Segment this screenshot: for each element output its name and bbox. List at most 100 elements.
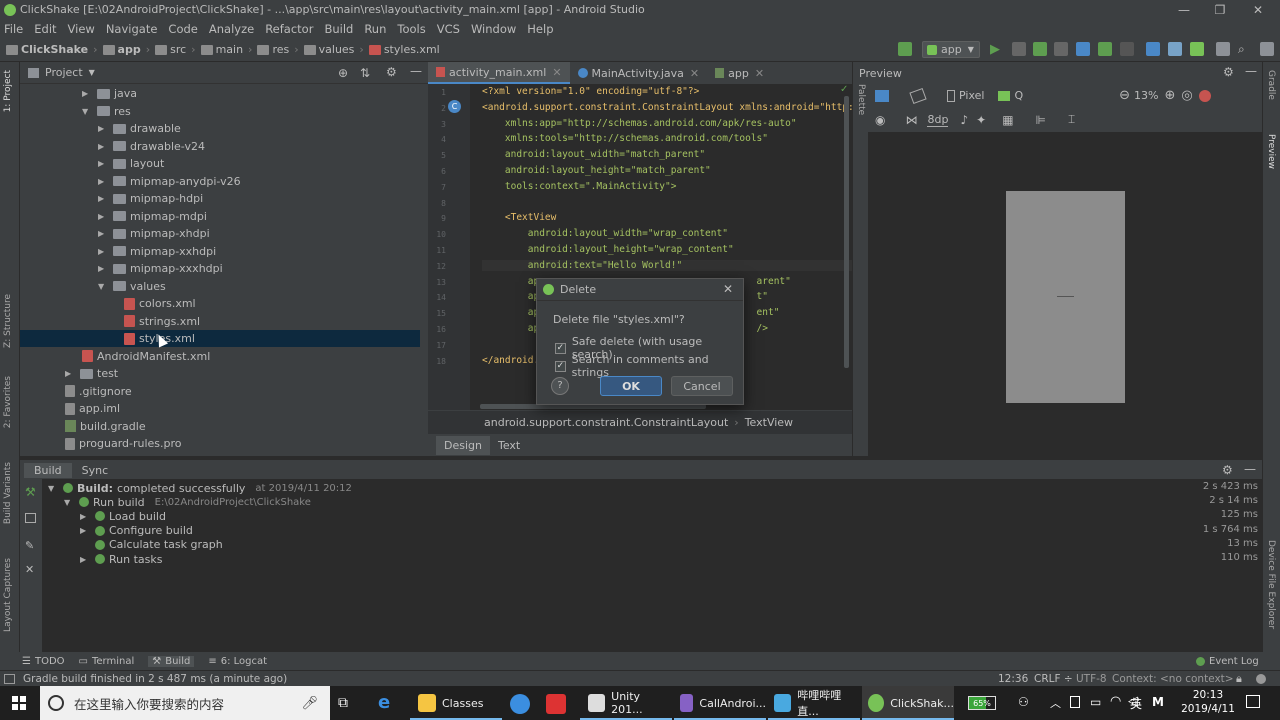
pin-icon[interactable]: ✎ (25, 539, 34, 552)
microphone-icon[interactable]: 🎤︎ (301, 696, 318, 711)
youdao-dict-icon[interactable] (546, 694, 566, 714)
tree-item[interactable]: strings.xml (124, 313, 200, 330)
zoom-fit-icon[interactable]: ◎ (1181, 88, 1192, 103)
build-tree-item[interactable]: ▶ Load build (80, 509, 166, 523)
chevron-up-icon[interactable]: ︿ (1050, 695, 1061, 711)
chevron-right-icon[interactable]: ▶ (82, 89, 92, 98)
stop-icon[interactable] (1120, 42, 1134, 56)
device-file-explorer-tab[interactable]: Device File Explorer (1266, 540, 1276, 629)
tab-sync[interactable]: Sync (72, 463, 119, 478)
taskbar-app-android-studio[interactable]: ClickShak... (862, 686, 954, 720)
run-config-dropdown[interactable]: app ▼ (922, 41, 980, 58)
layout-captures-tool-tab[interactable]: Layout Captures (3, 558, 13, 632)
tree-item[interactable]: colors.xml (124, 295, 196, 312)
ime-indicator[interactable]: 英 (1130, 695, 1142, 712)
tree-item[interactable]: ▶ drawable-v24 (98, 138, 205, 155)
menu-analyze[interactable]: Analyze (209, 22, 254, 36)
device-selector[interactable]: Pixel (959, 89, 984, 102)
build-variants-tool-tab[interactable]: Build Variants (3, 462, 13, 524)
vertical-scrollbar[interactable] (844, 96, 849, 368)
tree-item[interactable]: ▶ mipmap-anydpi-v26 (98, 173, 241, 190)
app-blue-circle-icon[interactable] (510, 694, 530, 714)
minimize-button[interactable]: — (1166, 0, 1202, 19)
project-structure-icon[interactable] (1216, 42, 1230, 56)
class-marker-icon[interactable]: C (448, 100, 461, 113)
eye-icon[interactable]: ◉ (875, 113, 885, 127)
file-encoding[interactable]: UTF-8 (1076, 673, 1107, 685)
breadcrumb-project[interactable]: ClickShake › (6, 43, 98, 56)
menu-tools[interactable]: Tools (397, 22, 425, 36)
breadcrumb-styles[interactable]: styles.xml (368, 43, 440, 56)
breadcrumb-src[interactable]: src › (155, 43, 196, 56)
tree-item[interactable]: ▶ mipmap-mdpi (98, 208, 207, 225)
project-tool-tab[interactable]: 1: Project (3, 70, 13, 112)
chevron-right-icon[interactable]: ▶ (80, 555, 90, 564)
tree-item[interactable]: ▶ java (82, 85, 137, 102)
battery-indicator[interactable]: 65% (968, 696, 996, 710)
chevron-right-icon[interactable]: ▶ (98, 264, 108, 273)
tree-item[interactable]: build.gradle (65, 418, 146, 435)
menu-build[interactable]: Build (324, 22, 353, 36)
tree-item[interactable]: ▶ mipmap-xxhdpi (98, 243, 216, 260)
chevron-right-icon[interactable]: ▶ (98, 229, 108, 238)
close-tab-icon[interactable]: ✕ (552, 66, 561, 79)
taskbar-app-bilibili[interactable]: 哔哩哔哩直... (768, 686, 860, 720)
textview-preview[interactable] (1057, 296, 1074, 297)
breadcrumb-res[interactable]: res › (257, 43, 299, 56)
zoom-out-icon[interactable]: ⊖ (1119, 88, 1130, 103)
tab-build[interactable]: Build (24, 462, 72, 478)
attach-debugger-icon[interactable] (1098, 42, 1112, 56)
edge-browser-icon[interactable]: e (378, 692, 390, 713)
tree-item[interactable]: AndroidManifest.xml (82, 348, 210, 365)
breadcrumb-values[interactable]: values › (303, 43, 364, 56)
ime-mode-icon[interactable]: M (1152, 695, 1164, 709)
build-hammer-icon[interactable] (898, 42, 912, 56)
event-log-button[interactable]: Event Log (1196, 656, 1259, 667)
tab-design[interactable]: Design (436, 435, 490, 455)
hide-panel-icon[interactable]: — (1245, 64, 1257, 78)
chevron-right-icon[interactable]: ▶ (98, 212, 108, 221)
sync-gradle-icon[interactable] (1146, 42, 1160, 56)
action-center-icon[interactable] (1246, 695, 1260, 708)
tab-terminal[interactable]: ▭ Terminal (79, 656, 135, 667)
structure-tool-tab[interactable]: Z: Structure (3, 294, 13, 348)
chevron-right-icon[interactable]: ▶ (80, 526, 90, 535)
avd-manager-icon[interactable] (1168, 42, 1182, 56)
taskbar-app-classes[interactable]: Classes (410, 686, 502, 720)
palette-tab[interactable]: Palette (856, 84, 866, 115)
tree-item[interactable]: styles.xml (20, 330, 420, 347)
dialog-close-button[interactable]: ✕ (723, 282, 733, 296)
tree-item[interactable]: ▶ drawable (98, 120, 181, 137)
profile-icon[interactable] (1076, 42, 1090, 56)
chevron-down-icon[interactable]: ▼ (82, 107, 92, 116)
taskbar-clock[interactable]: 20:13 2019/4/11 (1178, 688, 1238, 716)
tree-item[interactable]: ▶ mipmap-xxxhdpi (98, 260, 223, 277)
chevron-right-icon[interactable]: ▶ (98, 194, 108, 203)
sdk-manager-icon[interactable] (1190, 42, 1204, 56)
wifi-icon[interactable]: ◠ (1110, 694, 1121, 709)
tree-item[interactable]: ▶ mipmap-xhdpi (98, 225, 210, 242)
tab-build-bottom[interactable]: ⚒ Build (148, 655, 195, 667)
taskbar-app-unity[interactable]: Unity 201... (580, 686, 672, 720)
cancel-button[interactable]: Cancel (671, 376, 733, 396)
chevron-right-icon[interactable]: ▶ (98, 177, 108, 186)
caret-position[interactable]: 12:36 (998, 673, 1028, 685)
tree-item[interactable]: ▼ res (82, 103, 131, 120)
close-tab-icon[interactable]: ✕ (755, 67, 764, 80)
menu-navigate[interactable]: Navigate (106, 22, 158, 36)
task-view-icon[interactable]: ⧉ (338, 695, 348, 711)
clear-constraints-icon[interactable]: ♪ (960, 113, 968, 127)
gear-icon[interactable]: ⚙ (386, 65, 397, 79)
gear-icon[interactable]: ⚙ (1222, 463, 1233, 477)
toggle-view-icon[interactable] (25, 513, 36, 523)
help-button[interactable]: ? (551, 377, 569, 395)
breadcrumb-main[interactable]: main › (200, 43, 252, 56)
tab-text[interactable]: Text (490, 436, 528, 455)
ok-button[interactable]: OK (600, 376, 662, 396)
error-indicator-icon[interactable] (1198, 89, 1211, 102)
tray-device-icon[interactable] (1070, 696, 1080, 708)
crumb-textview[interactable]: TextView (745, 416, 793, 429)
chevron-right-icon[interactable]: ▶ (98, 124, 108, 133)
chevron-right-icon[interactable]: ▶ (98, 142, 108, 151)
locate-icon[interactable]: ⊕ (338, 66, 348, 80)
